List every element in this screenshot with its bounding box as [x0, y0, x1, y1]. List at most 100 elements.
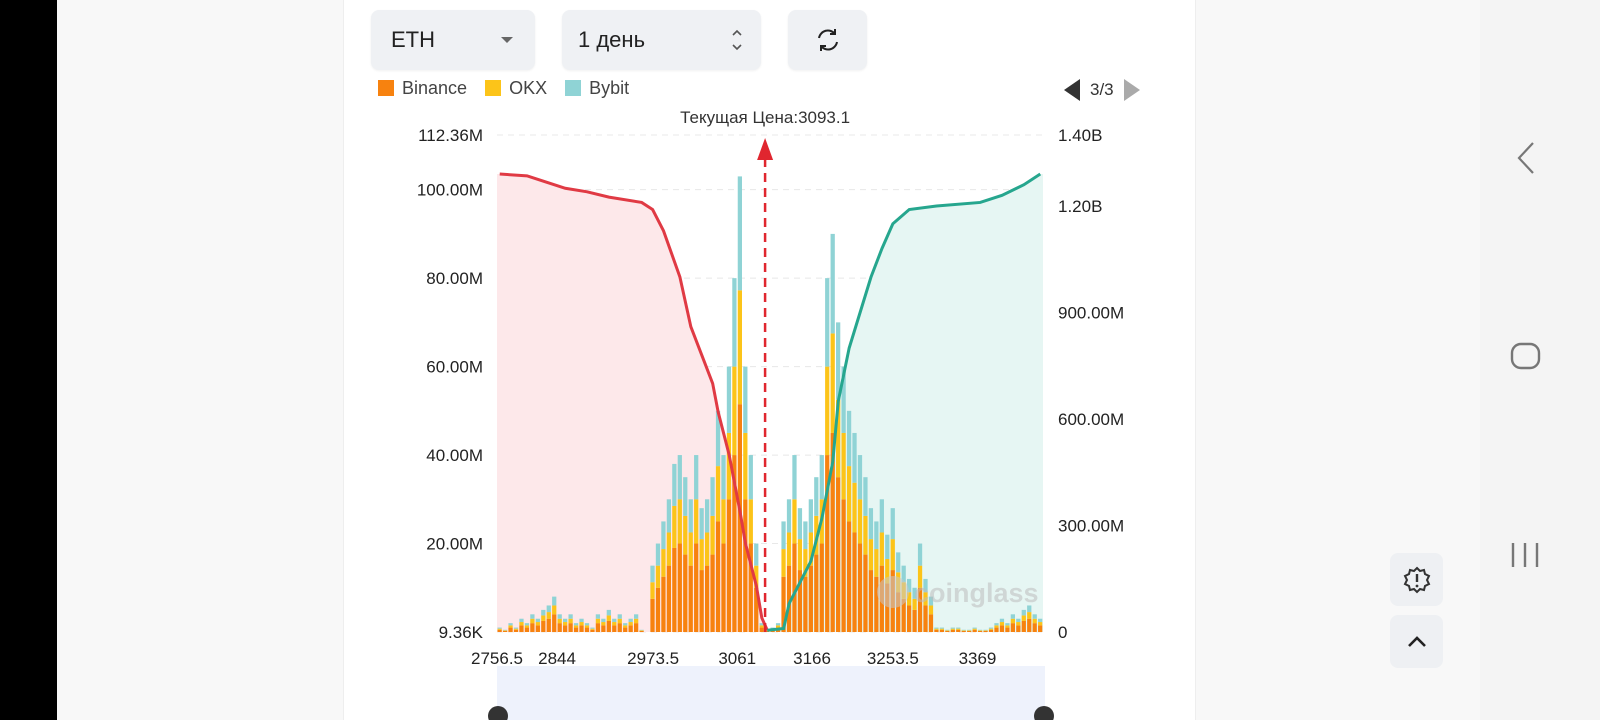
bar-binance: [846, 521, 852, 632]
bar-binance: [928, 614, 934, 632]
bar-okx: [786, 532, 792, 566]
bar-bybit: [502, 629, 508, 631]
bar-binance: [513, 629, 519, 632]
bar-binance: [573, 627, 579, 632]
bar-okx: [841, 432, 846, 500]
bar-bybit: [677, 455, 682, 500]
bar-okx: [623, 625, 628, 628]
bar-binance: [606, 620, 611, 632]
scroll-top-button[interactable]: [1390, 615, 1443, 668]
right-axis-tick: 600.00M: [1058, 410, 1124, 429]
svg-text:coinglass: coinglass: [914, 578, 1039, 608]
bar-binance: [983, 630, 988, 632]
bar-binance: [934, 629, 939, 632]
bar-okx: [1016, 622, 1021, 626]
bar-bybit: [617, 614, 622, 619]
bar-okx: [606, 615, 611, 621]
bar-bybit: [803, 521, 808, 550]
left-axis-tick: 40.00M: [426, 446, 483, 465]
bar-binance: [956, 629, 961, 632]
system-nav-bar: [1480, 0, 1600, 720]
bar-okx: [852, 482, 857, 533]
current-price-label: Текущая Цена:3093.1: [680, 108, 850, 127]
bar-bybit: [874, 521, 879, 550]
bar-binance: [841, 499, 846, 632]
bar-okx: [972, 628, 977, 630]
right-axis-tick: 300.00M: [1058, 517, 1124, 536]
bar-binance: [655, 587, 661, 632]
bar-okx: [879, 532, 884, 566]
bar-bybit: [775, 623, 781, 626]
bar-binance: [584, 627, 590, 632]
bar-bybit: [999, 618, 1005, 623]
sell-area: [497, 174, 768, 633]
bar-bybit: [857, 455, 863, 500]
report-button[interactable]: [1390, 553, 1443, 606]
bar-bybit: [846, 410, 852, 467]
bar-okx: [967, 630, 972, 631]
bar-bybit: [1032, 614, 1037, 619]
bar-binance: [634, 623, 639, 632]
bar-okx: [541, 615, 546, 621]
bar-okx: [775, 625, 781, 628]
bar-bybit: [508, 623, 513, 626]
bar-okx: [666, 532, 672, 566]
bar-bybit: [781, 521, 786, 550]
bar-okx: [950, 628, 955, 630]
bar-okx: [956, 628, 961, 630]
bar-bybit: [650, 565, 655, 583]
bar-bybit: [1016, 618, 1021, 623]
bar-okx: [628, 622, 633, 626]
bar-binance: [552, 614, 557, 632]
left-axis-tick: 112.36M: [418, 126, 483, 145]
bar-okx: [890, 539, 895, 571]
bar-okx: [524, 625, 530, 628]
bar-bybit: [890, 508, 895, 540]
bar-binance: [617, 623, 622, 632]
bar-binance: [639, 630, 644, 632]
bar-bybit: [590, 627, 595, 629]
bar-okx: [797, 539, 803, 571]
bar-okx: [502, 630, 508, 631]
back-icon[interactable]: [1516, 140, 1536, 176]
bar-bybit: [541, 609, 546, 616]
bar-binance: [677, 543, 682, 632]
bar-okx: [699, 539, 704, 571]
bar-binance: [803, 576, 808, 632]
bar-bybit: [956, 627, 961, 629]
bar-binance: [563, 625, 568, 632]
bar-binance: [628, 625, 633, 632]
left-axis-tick: 9.36K: [439, 623, 484, 642]
bar-bybit: [579, 618, 584, 623]
bar-binance: [868, 570, 874, 632]
bar-okx: [1027, 612, 1032, 619]
bar-binance: [1016, 625, 1021, 632]
bar-binance: [710, 554, 715, 632]
bar-okx: [683, 515, 688, 555]
bar-binance: [535, 625, 540, 632]
zoom-slider[interactable]: [497, 666, 1045, 720]
bar-binance: [977, 630, 983, 632]
bar-bybit: [961, 629, 966, 631]
bar-binance: [650, 598, 655, 632]
bar-okx: [939, 628, 945, 630]
bar-binance: [541, 620, 546, 632]
bar-okx: [590, 628, 595, 630]
bar-okx: [563, 622, 568, 626]
bar-bybit: [879, 499, 884, 533]
bar-binance: [683, 554, 688, 632]
bar-binance: [519, 625, 524, 632]
bar-okx: [732, 366, 737, 456]
bar-okx: [830, 333, 835, 433]
bar-okx: [934, 628, 939, 630]
x-axis-tick: 3166: [793, 649, 831, 668]
home-icon[interactable]: [1510, 340, 1542, 372]
bar-bybit: [519, 618, 524, 623]
bar-bybit: [683, 477, 688, 516]
recent-apps-icon[interactable]: [1510, 540, 1542, 570]
chevron-up-icon: [1407, 635, 1426, 647]
right-axis-tick: 1.20B: [1058, 197, 1102, 216]
bar-binance: [672, 547, 677, 632]
bar-binance: [590, 629, 595, 632]
bar-okx: [825, 366, 830, 456]
